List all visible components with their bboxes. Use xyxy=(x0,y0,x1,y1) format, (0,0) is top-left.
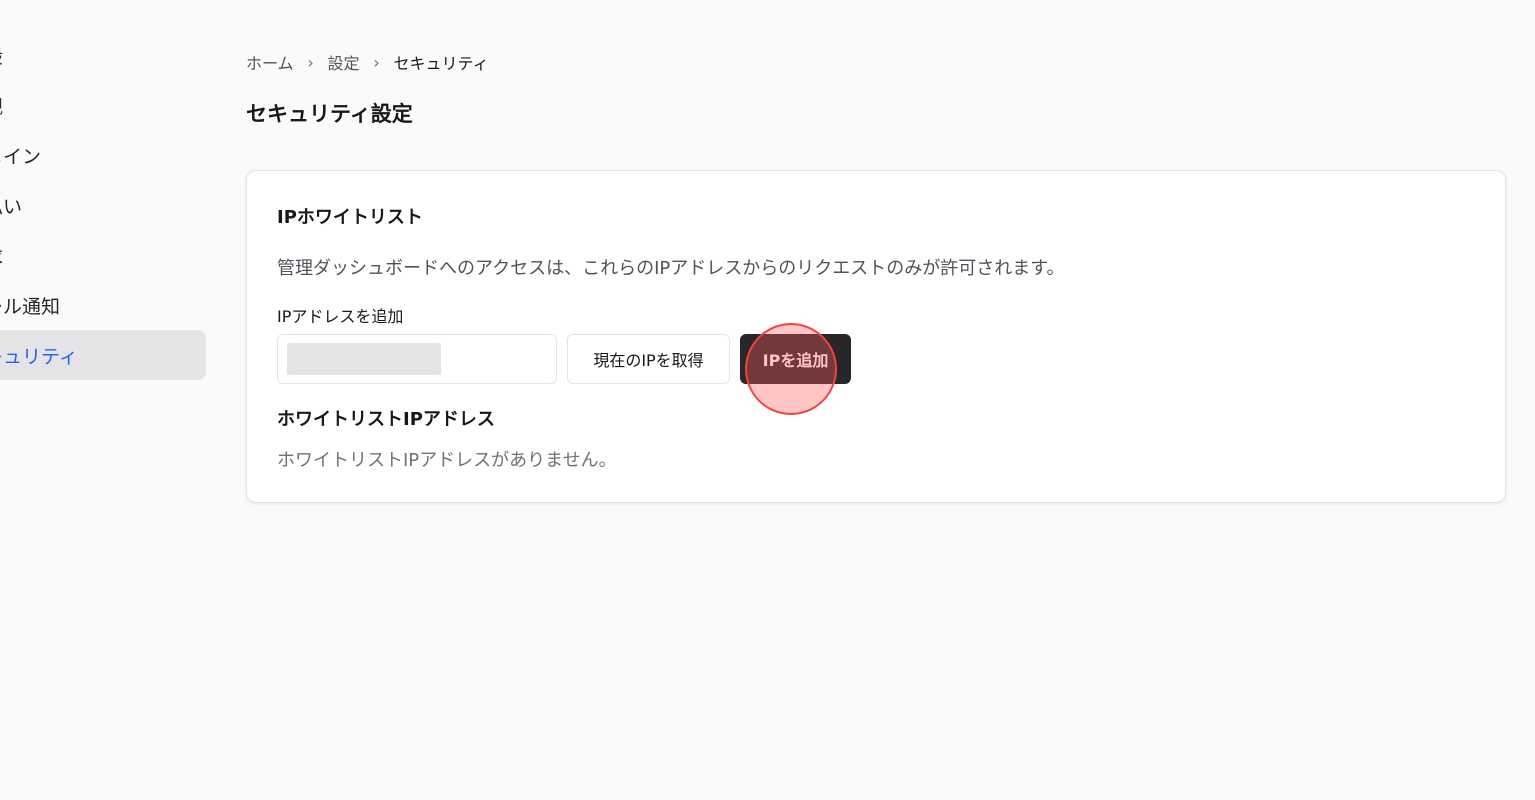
ip-address-input[interactable] xyxy=(277,334,557,384)
sidebar-item-label: 払い xyxy=(0,195,23,218)
sidebar-item-email-notifications[interactable]: ール通知 xyxy=(0,280,206,330)
sidebar-item-label: 般 xyxy=(0,42,3,69)
breadcrumb: ホーム › 設定 › セキュリティ xyxy=(246,50,489,74)
sidebar-item-label: ール通知 xyxy=(0,295,61,318)
ip-whitelist-card: IPホワイトリスト 管理ダッシュボードへのアクセスは、これらのIPアドレスからの… xyxy=(246,170,1506,503)
sidebar-item-payments[interactable]: 払い xyxy=(0,180,206,230)
sidebar-item-label: キュリティ xyxy=(0,345,78,368)
sidebar-item-label: メイン xyxy=(0,145,42,168)
sidebar-item-billing[interactable]: 求 xyxy=(0,230,206,280)
add-ip-label: IPアドレスを追加 xyxy=(277,307,404,326)
sidebar-item-appearance[interactable]: 観 xyxy=(0,80,206,130)
chevron-right-icon: › xyxy=(373,52,380,72)
whitelist-heading: ホワイトリストIPアドレス xyxy=(277,409,495,430)
page-title: セキュリティ設定 xyxy=(246,102,413,126)
breadcrumb-current: セキュリティ xyxy=(393,54,489,73)
sidebar: 般 観 メイン 払い 求 ール通知 キュリティ xyxy=(0,30,206,380)
card-description: 管理ダッシュボードへのアクセスは、これらのIPアドレスからのリクエストのみが許可… xyxy=(277,258,1065,279)
breadcrumb-settings[interactable]: 設定 xyxy=(328,50,360,74)
empty-state-message: ホワイトリストIPアドレスがありません。 xyxy=(277,450,617,471)
chevron-right-icon: › xyxy=(307,52,314,72)
card-title: IPホワイトリスト xyxy=(277,207,423,228)
sidebar-item-label: 観 xyxy=(0,92,3,119)
get-current-ip-button[interactable]: 現在のIPを取得 xyxy=(567,334,730,384)
sidebar-item-security[interactable]: キュリティ xyxy=(0,330,206,380)
sidebar-item-domain[interactable]: メイン xyxy=(0,130,206,180)
sidebar-item-label: 求 xyxy=(0,242,3,269)
app-root: 般 観 メイン 払い 求 ール通知 キュリティ ホーム › 設定 › セキュリテ… xyxy=(0,0,1535,800)
sidebar-item-general[interactable]: 般 xyxy=(0,30,206,80)
add-ip-button[interactable]: IPを追加 xyxy=(740,334,851,384)
breadcrumb-home[interactable]: ホーム xyxy=(246,50,294,74)
